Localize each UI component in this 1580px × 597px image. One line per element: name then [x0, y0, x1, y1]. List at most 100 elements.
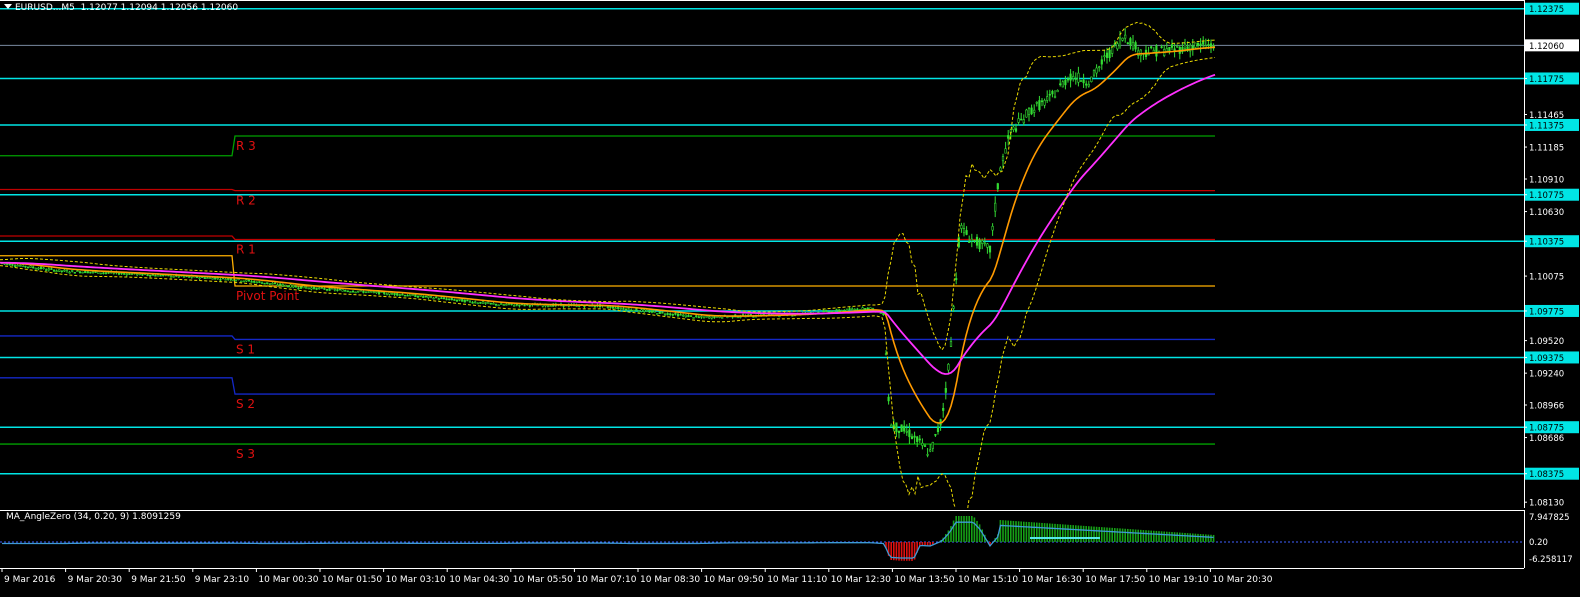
candle-body	[305, 287, 308, 289]
candle-body	[866, 307, 869, 310]
indicator-axis-top: 7.947825	[1529, 513, 1570, 523]
candle-body	[536, 304, 539, 307]
candle-body	[208, 277, 212, 279]
candle-body	[1059, 83, 1062, 86]
candle-body	[1053, 95, 1057, 99]
candle-body	[375, 291, 378, 294]
candle-body	[396, 293, 399, 296]
candle-body	[630, 309, 633, 312]
candle-body	[1165, 48, 1168, 52]
histogram-bar	[1049, 523, 1051, 542]
candle-body	[637, 310, 641, 313]
candle-body	[666, 312, 669, 316]
candle-body	[986, 243, 989, 248]
low-value: 1.12056	[160, 3, 198, 13]
pivot-label: S 2	[236, 397, 255, 411]
candle-body	[640, 309, 643, 312]
time-label: 10 Mar 07:10	[576, 575, 636, 585]
candle-body	[1056, 89, 1059, 93]
candle-body	[1012, 126, 1015, 130]
price-axis[interactable]: 1.12060 1.11775 1.11465 1.11375 1.11185 1.109…	[1524, 0, 1580, 509]
price-chart[interactable]: R 3 R 2 R 1 Pivot Point S 1 S 2 S 3 EURUSD...M…	[0, 0, 1524, 524]
candle-body	[1069, 73, 1072, 81]
candle-body	[8, 263, 11, 266]
dropdown-triangle-icon[interactable]	[4, 4, 12, 9]
pivot-label: S 1	[236, 342, 255, 356]
indicator-label: MA_AngleZero (34, 0.20, 9) 1.8091259	[6, 512, 181, 522]
candle-body	[687, 315, 690, 318]
candle-body	[905, 430, 908, 433]
price-label: 1.09775	[1529, 307, 1564, 317]
time-axis-canvas: 9 Mar 2016 9 Mar 20:30 9 Mar 21:50 9 Mar 23…	[0, 568, 1524, 585]
price-chart-canvas[interactable]: R 3 R 2 R 1 Pivot Point S 1 S 2 S 3	[0, 0, 1524, 524]
histogram-bar	[1114, 528, 1116, 542]
histogram-bar	[1062, 524, 1064, 542]
histogram-bar	[963, 516, 965, 542]
candle-body	[250, 281, 253, 283]
candle-body	[65, 270, 69, 273]
candle-body	[1051, 90, 1054, 95]
histogram-bar	[968, 516, 970, 542]
candle-body	[908, 429, 911, 438]
candle-body	[188, 276, 191, 278]
histogram-bar	[1080, 525, 1082, 542]
price-label: 1.10075	[1529, 273, 1564, 283]
histogram-bar	[999, 520, 1002, 542]
candle-body	[835, 309, 838, 311]
price-label: 1.11375	[1529, 121, 1564, 131]
candle-body	[1001, 156, 1005, 162]
indicator-axis: 7.947825 0.20 -6.258117	[1524, 510, 1580, 568]
candle-body	[1098, 66, 1101, 69]
candle-body	[1103, 55, 1106, 57]
candle-body	[851, 308, 854, 311]
candle-body	[1064, 80, 1067, 86]
candle-body	[276, 284, 279, 287]
candle-body	[619, 307, 622, 310]
histogram-bar	[973, 517, 976, 542]
histogram-bar	[1127, 528, 1129, 542]
candle-body	[1160, 46, 1163, 48]
candle-body	[505, 303, 508, 306]
candle-body	[1077, 72, 1080, 83]
candle-body	[910, 436, 914, 440]
candle-body	[16, 264, 19, 267]
candle-body	[156, 274, 160, 277]
histogram-bar	[1056, 524, 1059, 542]
candle-body	[370, 290, 373, 293]
histogram-bar	[1106, 527, 1108, 542]
indicator-panel[interactable]: MA_AngleZero (34, 0.20, 9) 1.8091259	[0, 510, 1524, 568]
candle-body	[689, 315, 693, 317]
candle-body	[76, 270, 79, 272]
candle-body	[468, 300, 472, 303]
candle-body	[159, 274, 162, 277]
candle-body	[1170, 44, 1174, 48]
candle-body	[890, 424, 893, 428]
histogram-bar	[921, 542, 924, 546]
histogram-bar	[1142, 530, 1145, 542]
candle-body	[479, 301, 482, 304]
candle-body	[1155, 45, 1158, 57]
candle-body	[1004, 148, 1007, 154]
candle-body	[247, 279, 251, 282]
candle-body	[1194, 42, 1197, 48]
candle-body	[983, 242, 986, 245]
candle-body	[453, 299, 456, 301]
time-label: 9 Mar 20:30	[68, 575, 123, 585]
candle-body	[149, 274, 152, 277]
candle-body	[58, 269, 61, 272]
candle-body	[736, 316, 739, 319]
histogram-bar	[1166, 531, 1168, 542]
candle-body	[403, 294, 407, 297]
candle-body	[284, 284, 287, 287]
histogram-bar	[1158, 531, 1160, 542]
candle-body	[312, 286, 316, 289]
candle-body	[224, 278, 227, 281]
price-label: 1.12375	[1529, 5, 1564, 15]
candle-body	[653, 311, 656, 313]
candle-body	[26, 266, 30, 269]
histogram-bar	[1046, 523, 1048, 542]
candle-body	[24, 265, 27, 268]
candle-body	[515, 303, 518, 306]
histogram-bar	[952, 520, 955, 542]
candle-body	[887, 396, 890, 402]
